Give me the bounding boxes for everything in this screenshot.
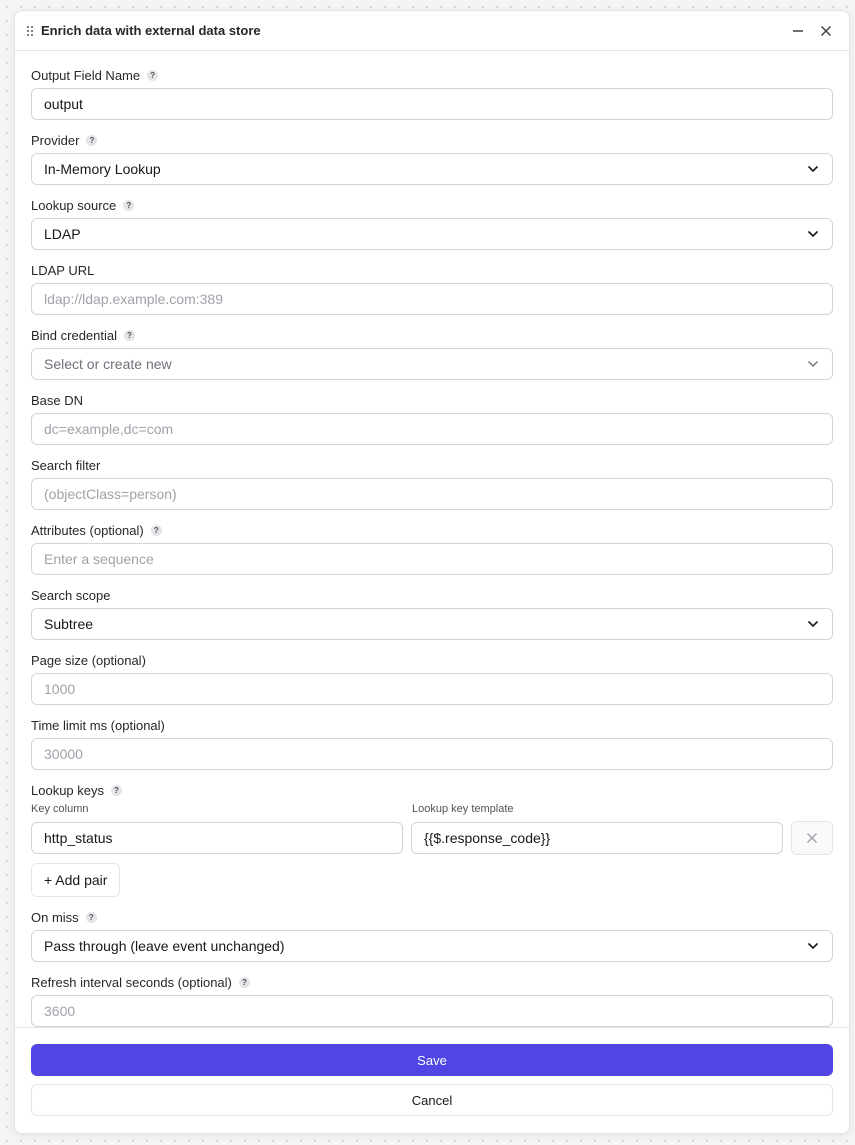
panel-footer: Save Cancel — [15, 1027, 849, 1133]
output-field-name-group: Output Field Name ? — [31, 67, 833, 120]
bind-credential-placeholder: Select or create new — [44, 356, 172, 372]
search-scope-value: Subtree — [44, 616, 94, 632]
add-pair-button[interactable]: + Add pair — [31, 863, 121, 897]
grip-icon[interactable] — [25, 24, 35, 38]
lookup-source-select[interactable]: LDAP — [31, 218, 833, 250]
provider-select[interactable]: In-Memory Lookup — [31, 153, 833, 185]
chevron-down-icon — [806, 357, 820, 371]
search-filter-group: Search filter — [31, 457, 833, 510]
base-dn-input[interactable] — [31, 413, 833, 445]
enrich-panel: Enrich data with external data store Out… — [14, 10, 850, 1134]
search-scope-label: Search scope — [31, 587, 111, 603]
key-column-input[interactable] — [31, 822, 403, 854]
chevron-down-icon — [806, 227, 820, 241]
help-icon[interactable]: ? — [124, 329, 135, 341]
time-limit-input[interactable] — [31, 738, 833, 770]
remove-pair-button[interactable] — [791, 821, 833, 855]
bind-credential-group: Bind credential ? Select or create new — [31, 327, 833, 380]
page-size-group: Page size (optional) — [31, 652, 833, 705]
time-limit-group: Time limit ms (optional) — [31, 717, 833, 770]
bind-credential-label: Bind credential — [31, 327, 117, 343]
page-size-label: Page size (optional) — [31, 652, 146, 668]
lookup-keys-group: Lookup keys ? Key column Lookup key temp… — [31, 782, 833, 897]
base-dn-group: Base DN — [31, 392, 833, 445]
help-icon[interactable]: ? — [150, 524, 162, 536]
on-miss-select[interactable]: Pass through (leave event unchanged) — [31, 930, 833, 962]
help-icon[interactable]: ? — [123, 199, 135, 211]
time-limit-label: Time limit ms (optional) — [31, 717, 165, 733]
help-icon[interactable]: ? — [238, 976, 250, 988]
lookup-source-group: Lookup source ? LDAP — [31, 197, 833, 250]
close-icon — [807, 833, 817, 843]
attributes-input[interactable] — [31, 543, 833, 575]
close-icon — [821, 25, 831, 36]
search-filter-label: Search filter — [31, 457, 101, 473]
help-icon[interactable]: ? — [147, 69, 159, 81]
panel-header[interactable]: Enrich data with external data store — [15, 11, 849, 51]
attributes-label: Attributes (optional) — [31, 522, 144, 538]
refresh-interval-label: Refresh interval seconds (optional) — [31, 974, 232, 990]
ldap-url-label: LDAP URL — [31, 262, 95, 278]
cancel-button[interactable]: Cancel — [31, 1084, 833, 1116]
lookup-source-value: LDAP — [44, 226, 81, 242]
lookup-key-template-label: Lookup key template — [412, 803, 514, 815]
help-icon[interactable]: ? — [111, 784, 122, 796]
close-button[interactable] — [815, 20, 837, 42]
help-icon[interactable]: ? — [86, 134, 98, 146]
search-scope-select[interactable]: Subtree — [31, 608, 833, 640]
search-filter-input[interactable] — [31, 478, 833, 510]
page-size-input[interactable] — [31, 673, 833, 705]
save-button[interactable]: Save — [31, 1044, 833, 1076]
minus-icon — [793, 29, 803, 32]
provider-label: Provider — [31, 132, 80, 148]
on-miss-group: On miss ? Pass through (leave event unch… — [31, 909, 833, 962]
refresh-interval-group: Refresh interval seconds (optional) ? — [31, 974, 833, 1027]
lookup-keys-label: Lookup keys — [31, 782, 104, 798]
panel-title: Enrich data with external data store — [41, 23, 261, 38]
lookup-key-template-input[interactable] — [411, 822, 783, 854]
refresh-interval-input[interactable] — [31, 995, 833, 1027]
lookup-source-label: Lookup source — [31, 197, 117, 213]
ldap-url-input[interactable] — [31, 283, 833, 315]
on-miss-label: On miss — [31, 909, 79, 925]
help-icon[interactable]: ? — [85, 911, 97, 923]
base-dn-label: Base DN — [31, 392, 84, 408]
minimize-button[interactable] — [787, 20, 809, 42]
provider-value: In-Memory Lookup — [44, 161, 161, 177]
lookup-key-row — [31, 821, 833, 855]
attributes-group: Attributes (optional) ? — [31, 522, 833, 575]
bind-credential-select[interactable]: Select or create new — [31, 348, 833, 380]
form-body: Output Field Name ? Provider ? In-Memory… — [15, 51, 849, 1027]
provider-group: Provider ? In-Memory Lookup — [31, 132, 833, 185]
chevron-down-icon — [806, 939, 820, 953]
chevron-down-icon — [806, 617, 820, 631]
output-field-name-input[interactable] — [31, 88, 833, 120]
chevron-down-icon — [806, 162, 820, 176]
on-miss-value: Pass through (leave event unchanged) — [44, 938, 285, 954]
key-column-label: Key column — [31, 803, 89, 815]
search-scope-group: Search scope Subtree — [31, 587, 833, 640]
ldap-url-group: LDAP URL — [31, 262, 833, 315]
output-field-name-label: Output Field Name — [31, 67, 141, 83]
